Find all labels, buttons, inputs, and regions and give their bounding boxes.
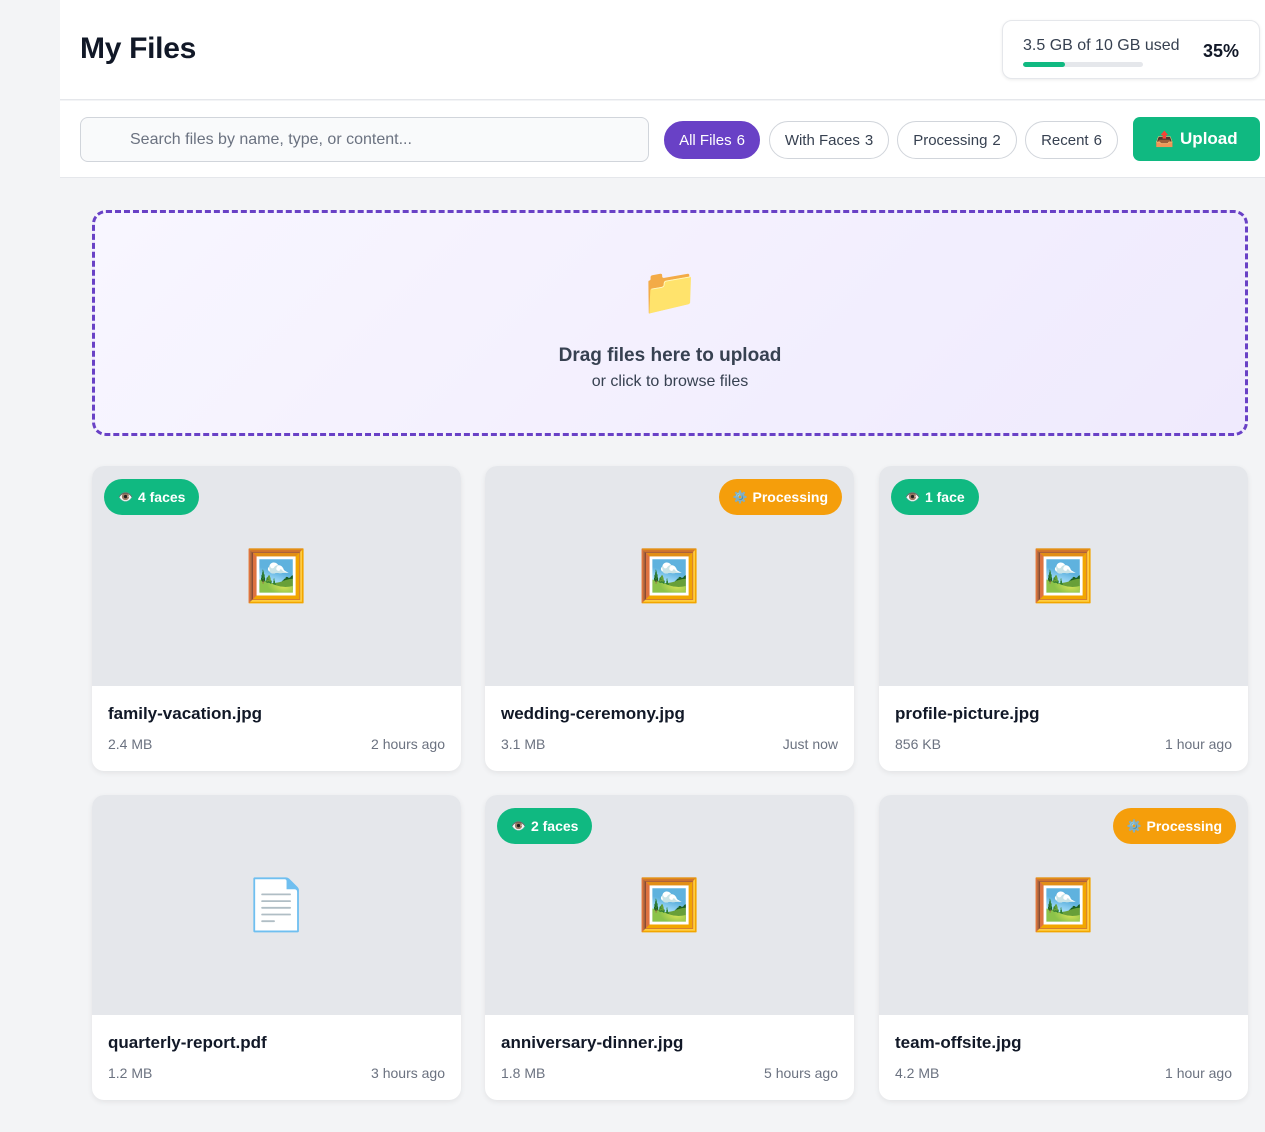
storage-progress-fill: [1023, 62, 1065, 67]
faces-badge: 👁️ 2 faces: [497, 808, 593, 844]
faces-badge: 👁️ 1 face: [891, 479, 979, 515]
filter-chip-processing[interactable]: Processing 2: [897, 121, 1017, 159]
dropzone-subtitle: or click to browse files: [591, 373, 749, 390]
file-name: team-offsite.jpg: [895, 1033, 1022, 1052]
file-card[interactable]: 🖼️ 👁️ 2 faces anniversary-dinner.jpg 1.8 …: [485, 795, 854, 1100]
image-file-icon: 🖼️: [638, 877, 701, 933]
eye-icon: 👁️: [118, 490, 133, 504]
file-time: Just now: [782, 736, 838, 752]
file-name: family-vacation.jpg: [108, 704, 262, 723]
storage-progress-bar: [1023, 62, 1143, 67]
page-header: My Files 3.5 GB of 10 GB used 35%: [60, 0, 1265, 100]
main-content: My Files 3.5 GB of 10 GB used 35% All Fi…: [60, 0, 1265, 1132]
dropzone-title: Drag files here to upload: [558, 345, 782, 366]
storage-widget: 3.5 GB of 10 GB used 35%: [1002, 20, 1260, 79]
filter-chip-count: 6: [736, 131, 745, 149]
file-thumbnail: 🖼️ 👁️ 4 faces: [92, 466, 461, 686]
file-card[interactable]: 🖼️ ⚙️ Processing wedding-ceremony.jpg 3.1…: [485, 466, 854, 771]
upload-dropzone[interactable]: 📁 Drag files here to upload or click to …: [92, 210, 1248, 436]
file-name: wedding-ceremony.jpg: [501, 704, 685, 723]
file-size: 3.1 MB: [501, 736, 546, 752]
file-size: 1.8 MB: [501, 1065, 546, 1081]
upload-button-label: Upload: [1180, 129, 1238, 148]
filter-chip-label: All Files: [679, 131, 732, 149]
file-card[interactable]: 📄 quarterly-report.pdf 1.2 MB 3 hours ag…: [92, 795, 461, 1100]
gear-icon: ⚙️: [732, 490, 748, 504]
file-card[interactable]: 🖼️ 👁️ 4 faces family-vacation.jpg 2.4 MB …: [92, 466, 461, 771]
file-time: 2 hours ago: [371, 736, 445, 752]
gear-icon: ⚙️: [1126, 819, 1142, 833]
search-box: [80, 117, 649, 162]
file-thumbnail: 🖼️ ⚙️ Processing: [485, 466, 854, 686]
file-time: 1 hour ago: [1165, 1065, 1232, 1081]
image-file-icon: 🖼️: [1032, 877, 1095, 933]
filter-chip-all-files[interactable]: All Files 6: [664, 121, 760, 159]
badge-label: Processing: [752, 489, 828, 505]
storage-usage-text: 3.5 GB of 10 GB used: [1023, 37, 1180, 54]
filter-chip-count: 6: [1093, 131, 1102, 149]
document-file-icon: 📄: [245, 877, 308, 933]
filter-chip-label: With Faces: [784, 131, 860, 149]
file-thumbnail: 🖼️ ⚙️ Processing: [879, 795, 1248, 1015]
file-name: quarterly-report.pdf: [108, 1033, 267, 1052]
file-name: anniversary-dinner.jpg: [501, 1033, 684, 1052]
eye-icon: 👁️: [511, 819, 526, 833]
filter-chip-count: 2: [992, 131, 1001, 149]
file-name: profile-picture.jpg: [895, 704, 1040, 723]
file-thumbnail: 📄: [92, 795, 461, 1015]
filter-chip-label: Processing: [913, 131, 988, 149]
image-file-icon: 🖼️: [1032, 548, 1095, 604]
filter-chip-recent[interactable]: Recent 6: [1025, 121, 1118, 159]
upload-icon: 📤: [1155, 131, 1175, 148]
file-size: 2.4 MB: [108, 736, 153, 752]
file-size: 4.2 MB: [895, 1065, 940, 1081]
storage-percent: 35%: [1202, 41, 1239, 61]
file-size: 1.2 MB: [108, 1065, 153, 1081]
faces-badge: 👁️ 4 faces: [104, 479, 200, 515]
page-title: My Files: [80, 32, 196, 65]
left-rail: [0, 0, 60, 1132]
filter-chip-with-faces[interactable]: With Faces 3: [769, 121, 889, 159]
file-time: 5 hours ago: [764, 1065, 838, 1081]
file-size: 856 KB: [895, 736, 941, 752]
file-time: 3 hours ago: [371, 1065, 445, 1081]
toolbar: All Files6 With Faces3 Processing2 Recen…: [60, 101, 1265, 178]
file-time: 1 hour ago: [1165, 736, 1232, 752]
file-card[interactable]: 🖼️ 👁️ 1 face profile-picture.jpg 856 KB 1…: [879, 466, 1248, 771]
badge-label: 2 faces: [530, 818, 579, 834]
image-file-icon: 🖼️: [638, 548, 701, 604]
image-file-icon: 🖼️: [245, 548, 308, 604]
filter-chip-count: 3: [864, 131, 874, 149]
folder-icon: 📁: [641, 265, 699, 317]
file-thumbnail: 🖼️ 👁️ 2 faces: [485, 795, 854, 1015]
file-card[interactable]: 🖼️ ⚙️ Processing team-offsite.jpg 4.2 MB …: [879, 795, 1248, 1100]
eye-icon: 👁️: [905, 490, 920, 504]
processing-badge: ⚙️ Processing: [718, 479, 842, 515]
processing-badge: ⚙️ Processing: [1112, 808, 1236, 844]
file-thumbnail: 🖼️ 👁️ 1 face: [879, 466, 1248, 686]
search-input[interactable]: [81, 118, 648, 161]
badge-label: Processing: [1146, 818, 1222, 834]
filter-chip-label: Recent: [1041, 131, 1089, 149]
upload-button[interactable]: 📤 Upload: [1133, 117, 1260, 161]
badge-label: 1 face: [924, 489, 965, 505]
badge-label: 4 faces: [137, 489, 186, 505]
